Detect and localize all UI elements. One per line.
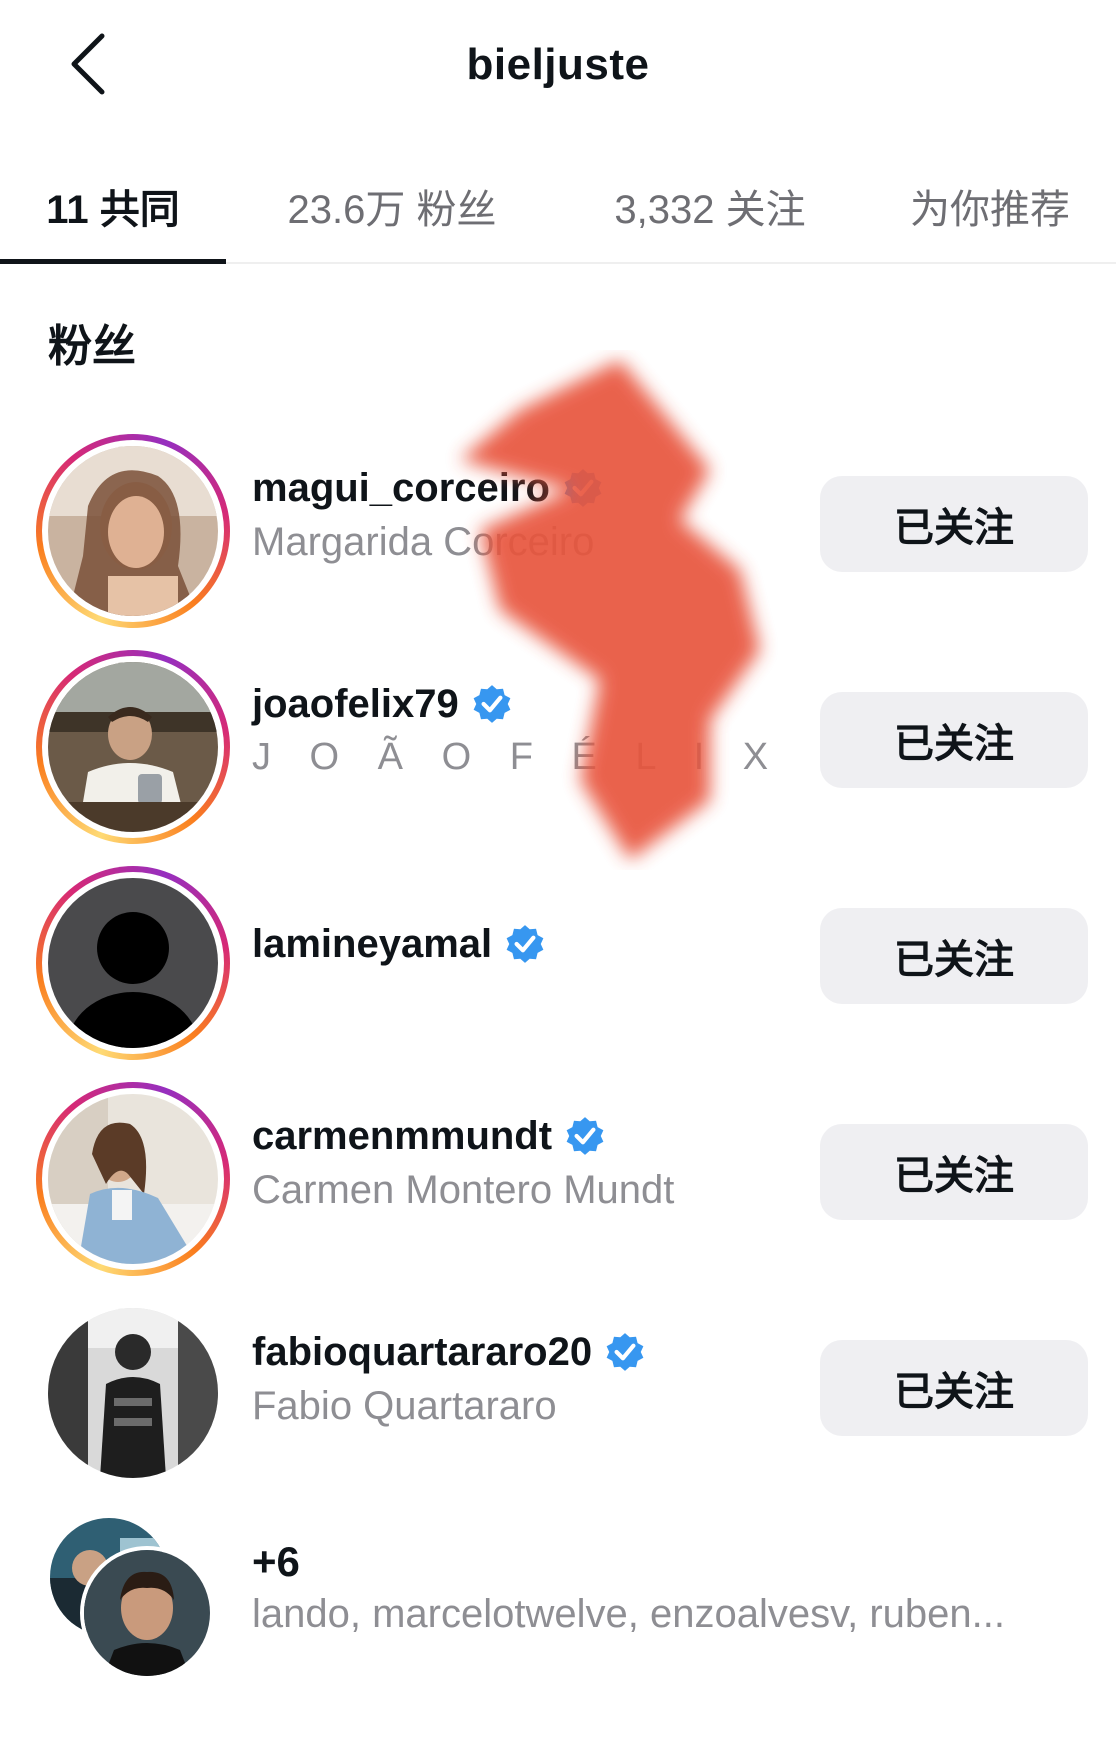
user-row[interactable]: joaofelix79 J O Ã O F É L I X 已关注 — [0, 636, 1116, 844]
user-row[interactable]: lamineyamal 已关注 — [0, 852, 1116, 1060]
more-count: +6 — [252, 1538, 300, 1585]
verified-badge-icon — [506, 925, 544, 963]
user-row[interactable]: magui_corceiro Margarida Corceiro 已关注 — [0, 420, 1116, 628]
avatar — [80, 1546, 214, 1680]
page-title: bieljuste — [466, 40, 650, 89]
user-info: fabioquartararo20 Fabio Quartararo — [252, 1324, 792, 1429]
full-name: Carmen Montero Mundt — [252, 1168, 675, 1212]
verified-badge-icon — [473, 685, 511, 723]
user-info: +6 lando, marcelotwelve, enzoalvesv, rub… — [252, 1538, 1072, 1637]
user-info: lamineyamal — [252, 916, 792, 972]
avatar — [48, 1094, 218, 1264]
story-ring[interactable] — [36, 1082, 230, 1276]
full-name: J O Ã O F É L I X — [252, 736, 783, 778]
tab-following[interactable]: 3,332 关注 — [580, 150, 840, 262]
following-button[interactable]: 已关注 — [820, 908, 1088, 1004]
top-bar: bieljuste — [0, 0, 1116, 140]
tab-suggested[interactable]: 为你推荐 — [880, 150, 1100, 262]
username[interactable]: lamineyamal — [252, 922, 492, 967]
tab-followers[interactable]: 23.6万 粉丝 — [252, 150, 532, 262]
following-button[interactable]: 已关注 — [820, 476, 1088, 572]
tab-bar: 11 共同 23.6万 粉丝 3,332 关注 为你推荐 — [0, 150, 1116, 264]
full-name: Fabio Quartararo — [252, 1384, 557, 1428]
story-ring[interactable] — [36, 650, 230, 844]
active-tab-indicator — [0, 259, 226, 264]
avatar[interactable] — [48, 1308, 218, 1478]
more-names: lando, marcelotwelve, enzoalvesv, ruben.… — [252, 1592, 1005, 1636]
user-info: magui_corceiro Margarida Corceiro — [252, 460, 792, 565]
verified-badge-icon — [606, 1333, 644, 1371]
user-info: joaofelix79 J O Ã O F É L I X — [252, 676, 792, 779]
username[interactable]: carmenmmundt — [252, 1114, 552, 1159]
username[interactable]: magui_corceiro — [252, 466, 550, 511]
avatar — [48, 446, 218, 616]
user-row[interactable]: carmenmmundt Carmen Montero Mundt 已关注 — [0, 1068, 1116, 1276]
avatar — [48, 662, 218, 832]
user-info: carmenmmundt Carmen Montero Mundt — [252, 1108, 792, 1213]
user-row[interactable]: fabioquartararo20 Fabio Quartararo 已关注 — [0, 1284, 1116, 1480]
verified-badge-icon — [566, 1117, 604, 1155]
avatar-placeholder — [48, 878, 218, 1048]
username[interactable]: fabioquartararo20 — [252, 1330, 592, 1375]
following-button[interactable]: 已关注 — [820, 692, 1088, 788]
full-name: Margarida Corceiro — [252, 520, 595, 564]
verified-badge-icon — [564, 469, 602, 507]
default-user-icon — [48, 878, 218, 1048]
more-mutuals-row[interactable]: +6 lando, marcelotwelve, enzoalvesv, rub… — [0, 1500, 1116, 1696]
username[interactable]: joaofelix79 — [252, 682, 459, 727]
section-title: 粉丝 — [48, 322, 136, 371]
story-ring[interactable] — [36, 434, 230, 628]
following-button[interactable]: 已关注 — [820, 1124, 1088, 1220]
following-button[interactable]: 已关注 — [820, 1340, 1088, 1436]
tab-mutual[interactable]: 11 共同 — [0, 150, 226, 262]
story-ring[interactable] — [36, 866, 230, 1060]
